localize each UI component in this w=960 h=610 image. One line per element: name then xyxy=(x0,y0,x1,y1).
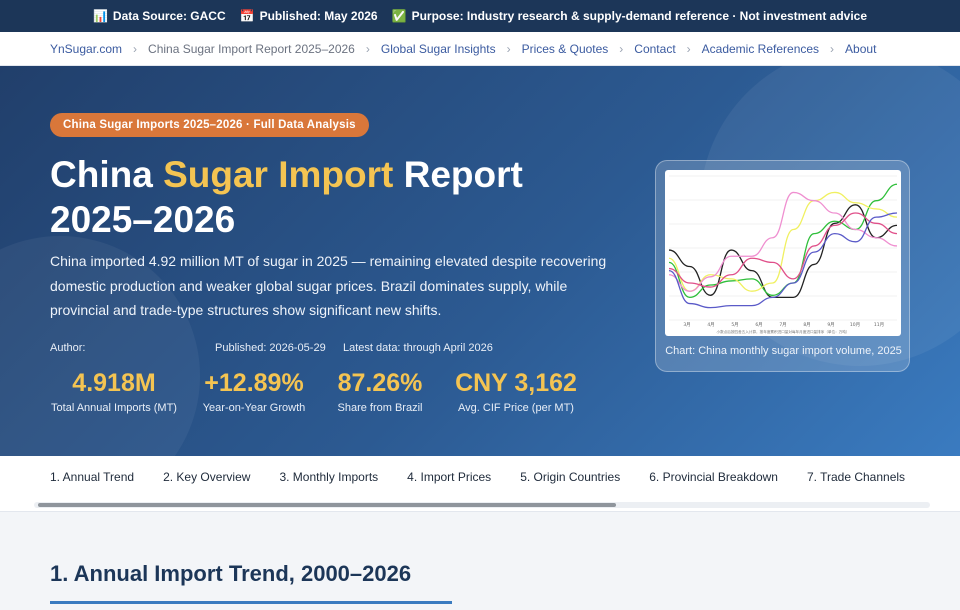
published-date: Published: 2026-05-29 xyxy=(215,342,326,354)
title-part: China xyxy=(50,154,164,195)
series-line-6 xyxy=(668,212,898,309)
series-line-1 xyxy=(668,204,898,299)
check-icon: ✅ xyxy=(391,9,407,23)
hero-section: China Sugar Imports 2025–2026 · Full Dat… xyxy=(0,66,960,456)
tab-6[interactable]: 6. Provincial Breakdown xyxy=(649,470,778,484)
chart-preview-card[interactable]: 3月 4月 5月 6月 7月 8月 9月 10月 11月小数点后按四舍五入计算，按年度累积进口量… xyxy=(655,160,910,372)
series-line-3 xyxy=(668,191,898,292)
x-tick-label: 6月 xyxy=(755,322,762,328)
nav-link-about[interactable]: About xyxy=(845,42,876,56)
tab-row: 1. Annual Trend 2. Key Overview 3. Monthly… xyxy=(50,456,934,498)
stat-yoy-growth: +12.89% Year-on-Year Growth xyxy=(195,366,313,414)
tab-5[interactable]: 5. Origin Countries xyxy=(520,470,620,484)
latest-data-date: Latest data: through April 2026 xyxy=(343,342,493,354)
published-item: 📅 Published: May 2026 xyxy=(240,9,378,23)
x-tick-label: 9月 xyxy=(827,322,834,328)
section-tabs: 1. Annual Trend 2. Key Overview 3. Monthly… xyxy=(0,456,960,512)
top-info-bar: 📊 Data Source: GACC 📅 Published: May 202… xyxy=(0,0,960,32)
chevron-right-icon: › xyxy=(830,41,835,56)
stat-brazil-share: 87.26% Share from Brazil xyxy=(330,366,430,414)
x-tick-label: 5月 xyxy=(731,322,738,328)
chart-thumbnail[interactable]: 3月 4月 5月 6月 7月 8月 9月 10月 11月小数点后按四舍五入计算，按年度累积进口量… xyxy=(665,170,901,336)
purpose-item: ✅ Purpose: Industry research & supply-de… xyxy=(392,9,867,23)
calendar-icon: 📅 xyxy=(239,9,255,23)
published-text: Published: May 2026 xyxy=(259,9,378,23)
tab-3[interactable]: 3. Monthly Imports xyxy=(279,470,378,484)
chevron-right-icon: › xyxy=(686,41,691,56)
stat-value: +12.89% xyxy=(204,369,304,397)
x-tick-label: 8月 xyxy=(803,322,810,328)
purpose-text: Purpose: Industry research & supply-dema… xyxy=(411,9,868,23)
stat-label: Share from Brazil xyxy=(337,402,423,414)
chevron-right-icon: › xyxy=(619,41,624,56)
x-tick-label: 10月 xyxy=(850,322,860,328)
stat-avg-cif-price: CNY 3,162 Avg. CIF Price (per MT) xyxy=(446,366,586,414)
horizontal-scrollbar-thumb[interactable] xyxy=(38,503,616,507)
data-source-text: Data Source: GACC xyxy=(112,9,226,23)
tab-1[interactable]: 1. Annual Trend xyxy=(50,470,134,484)
x-tick-label: 4月 xyxy=(707,322,714,328)
stat-label: Avg. CIF Price (per MT) xyxy=(458,402,574,414)
title-year: 2025–2026 xyxy=(50,199,236,240)
chart-footnote: 小数点后按四舍五入计算，按年度累积进口量对每年月度进口量排序（单位：万吨） xyxy=(717,329,850,334)
tab-4[interactable]: 4. Import Prices xyxy=(407,470,491,484)
breadcrumb-current-page: China Sugar Import Report 2025–2026 xyxy=(148,41,355,56)
section-underline xyxy=(50,601,452,604)
data-source-item: 📊 Data Source: GACC xyxy=(93,9,226,23)
stat-label: Total Annual Imports (MT) xyxy=(51,402,177,414)
category-pill: China Sugar Imports 2025–2026 · Full Dat… xyxy=(50,113,369,137)
stat-value: 4.918M xyxy=(72,369,156,397)
stat-label: Year-on-Year Growth xyxy=(202,402,306,414)
nav-link-global-sugar-insights[interactable]: Global Sugar Insights xyxy=(381,42,496,56)
stat-total-imports: 4.918M Total Annual Imports (MT) xyxy=(50,366,178,414)
nav-link-contact[interactable]: Contact xyxy=(634,42,675,56)
breadcrumb: YnSugar.com › China Sugar Import Report … xyxy=(0,32,960,66)
stat-value: 87.26% xyxy=(337,369,423,397)
breadcrumb-home-link[interactable]: YnSugar.com xyxy=(50,42,122,56)
chevron-right-icon: › xyxy=(133,41,138,56)
author-label: Author: xyxy=(50,342,86,354)
chart-icon: 📊 xyxy=(92,9,108,23)
page-title: China Sugar Import Report 2025–2026 xyxy=(50,152,610,242)
section-heading: 1. Annual Import Trend, 2000–2026 xyxy=(50,561,412,586)
chevron-right-icon: › xyxy=(365,41,370,56)
nav-link-academic-references[interactable]: Academic References xyxy=(702,42,819,56)
x-tick-label: 3月 xyxy=(683,322,690,328)
tab-2[interactable]: 2. Key Overview xyxy=(163,470,250,484)
x-tick-label: 7月 xyxy=(779,322,786,328)
stat-value: CNY 3,162 xyxy=(455,369,577,397)
title-part: Report xyxy=(393,154,523,195)
title-accent: Sugar Import xyxy=(163,154,394,195)
hero-description: China imported 4.92 million MT of sugar … xyxy=(50,253,607,318)
chart-caption: Chart: China monthly sugar import volume… xyxy=(665,345,902,357)
nav-link-prices-quotes[interactable]: Prices & Quotes xyxy=(522,42,609,56)
tab-7[interactable]: 7. Trade Channels xyxy=(807,470,905,484)
x-tick-label: 11月 xyxy=(874,322,884,328)
chevron-right-icon: › xyxy=(506,41,511,56)
line-chart-thumbnail: 3月 4月 5月 6月 7月 8月 9月 10月 11月小数点后按四舍五入计算，按年度累积进口量… xyxy=(668,175,898,334)
series-line-4 xyxy=(668,191,898,292)
